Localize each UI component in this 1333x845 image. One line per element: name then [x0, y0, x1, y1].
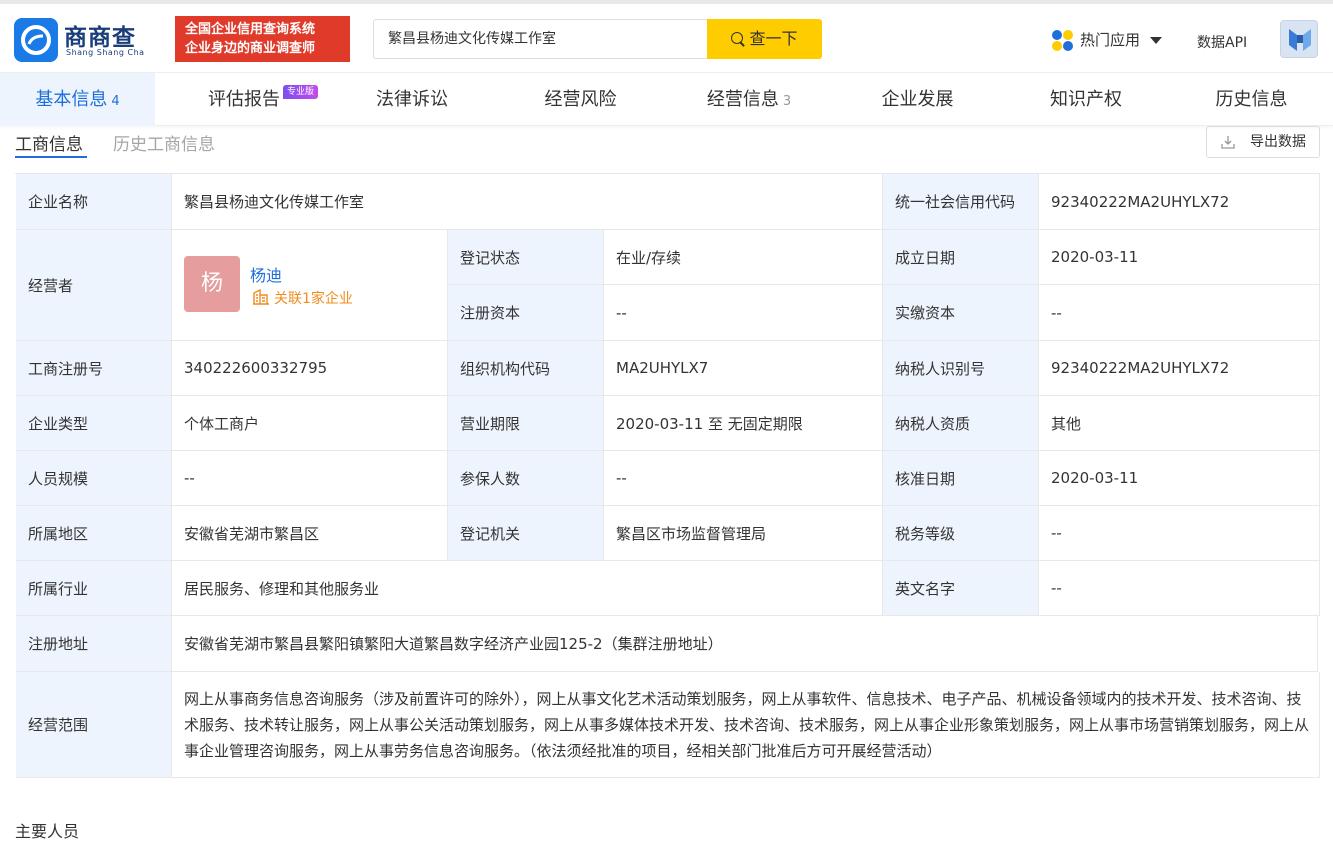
- operator-avatar: 杨: [184, 256, 240, 312]
- tab-count: 3: [782, 94, 792, 109]
- insured-value: --: [604, 451, 883, 506]
- taxpayer-id-label: 纳税人识别号: [883, 341, 1039, 396]
- reg-no-label: 工商注册号: [16, 341, 172, 396]
- type-label: 企业类型: [16, 396, 172, 451]
- insured-label: 参保人数: [448, 451, 604, 506]
- tab-label: 知识产权: [1050, 89, 1122, 110]
- tab-label: 经营信息: [706, 89, 779, 110]
- tab-label: 企业发展: [881, 89, 954, 110]
- site-logo[interactable]: 商商查 Shang Shang Cha: [14, 18, 148, 62]
- region-label: 所属地区: [16, 506, 172, 561]
- reg-capital-value: --: [604, 285, 883, 341]
- term-label: 营业期限: [448, 396, 604, 451]
- approved-label: 核准日期: [883, 451, 1039, 506]
- tab-label: 评估报告: [208, 89, 280, 110]
- business-info-table: 企业名称 繁昌县杨迪文化传媒工作室 统一社会信用代码 92340222MA2UH…: [15, 173, 1320, 778]
- tab-basic-info[interactable]: 基本信息 4: [0, 73, 155, 126]
- founded-value: 2020-03-11: [1039, 230, 1320, 285]
- english-name-label: 英文名字: [883, 561, 1039, 616]
- org-code-label: 组织机构代码: [448, 341, 604, 396]
- search-icon: [731, 32, 744, 44]
- scope-label: 经营范围: [16, 672, 172, 778]
- org-code-value: MA2UHYLX7: [604, 341, 883, 396]
- reg-no-value: 340222600332795: [172, 341, 448, 396]
- banner-line-1: 全国企业信用查询系统: [185, 22, 316, 37]
- address-value: 安徽省芜湖市繁昌县繁阳镇繁阳大道繁昌数字经济产业园125-2（集群注册地址）: [172, 616, 1318, 672]
- search-button[interactable]: 查一下: [707, 19, 822, 59]
- staff-label: 人员规模: [16, 451, 172, 506]
- search-button-label: 查一下: [749, 29, 798, 48]
- founded-label: 成立日期: [883, 230, 1039, 285]
- operator-cell: 杨 杨迪 关联1家企业: [172, 230, 448, 341]
- tab-label: 基本信息: [35, 89, 108, 110]
- address-label: 注册地址: [16, 616, 172, 672]
- credit-code-label: 统一社会信用代码: [883, 174, 1039, 230]
- reg-status-value: 在业/存续: [604, 230, 883, 285]
- tab-label: 法律诉讼: [376, 89, 448, 110]
- data-api-link[interactable]: 数据API: [1197, 32, 1247, 52]
- operator-name-link[interactable]: 杨迪: [250, 262, 282, 286]
- export-data-button[interactable]: 导出数据: [1206, 126, 1320, 158]
- tax-grade-label: 税务等级: [883, 506, 1039, 561]
- credit-code-value: 92340222MA2UHYLX72: [1039, 174, 1320, 230]
- related-companies-label: 关联1家企业: [274, 291, 353, 307]
- tab-development[interactable]: 企业发展: [833, 73, 1002, 126]
- staff-value: --: [172, 451, 448, 506]
- industry-value: 居民服务、修理和其他服务业: [172, 561, 883, 616]
- tab-intellectual-property[interactable]: 知识产权: [1002, 73, 1170, 126]
- english-name-value: --: [1039, 561, 1320, 616]
- paid-capital-value: --: [1039, 285, 1320, 341]
- paid-capital-label: 实缴资本: [883, 285, 1039, 341]
- download-icon: [1221, 136, 1235, 149]
- pro-badge: 专业版: [283, 85, 319, 99]
- subtab-underline: [15, 156, 87, 158]
- promo-banner[interactable]: 全国企业信用查询系统 企业身边的商业调查师: [175, 16, 350, 62]
- approved-value: 2020-03-11: [1039, 451, 1320, 506]
- reg-status-label: 登记状态: [448, 230, 604, 285]
- tab-count: 4: [111, 94, 120, 109]
- authority-label: 登记机关: [448, 506, 604, 561]
- tab-history-info[interactable]: 历史信息: [1170, 73, 1333, 126]
- scope-value: 网上从事商务信息咨询服务（涉及前置许可的除外），网上从事文化艺术活动策划服务，网…: [172, 672, 1320, 778]
- hot-apps-menu[interactable]: 热门应用: [1052, 28, 1163, 52]
- apps-icon: [1052, 29, 1074, 52]
- banner-line-2: 企业身边的商业调查师: [185, 41, 316, 56]
- user-avatar-icon[interactable]: [1280, 20, 1318, 58]
- search-input[interactable]: 繁昌县杨迪文化传媒工作室: [373, 19, 708, 59]
- taxpayer-qual-label: 纳税人资质: [883, 396, 1039, 451]
- tab-operating-info[interactable]: 经营信息 3: [665, 73, 833, 126]
- tax-grade-value: --: [1039, 506, 1320, 561]
- header: 商商查 Shang Shang Cha 全国企业信用查询系统 企业身边的商业调查…: [0, 4, 1333, 72]
- region-value: 安徽省芜湖市繁昌区: [172, 506, 448, 561]
- taxpayer-id-value: 92340222MA2UHYLX72: [1039, 341, 1320, 396]
- company-name-label: 企业名称: [16, 174, 172, 230]
- key-personnel-title: 主要人员: [15, 822, 80, 841]
- building-icon: [253, 289, 269, 305]
- logo-icon: [14, 18, 58, 62]
- logo-subtitle: Shang Shang Cha: [66, 48, 145, 57]
- tab-label: 经营风险: [544, 89, 617, 110]
- tab-assessment-report[interactable]: 评估报告 专业版: [160, 73, 328, 126]
- industry-label: 所属行业: [16, 561, 172, 616]
- operator-label: 经营者: [16, 230, 172, 341]
- hot-apps-label: 热门应用: [1080, 31, 1141, 49]
- authority-value: 繁昌区市场监督管理局: [604, 506, 883, 561]
- tab-label: 历史信息: [1215, 89, 1288, 110]
- tab-legal-litigation[interactable]: 法律诉讼: [328, 73, 496, 126]
- related-companies-link[interactable]: 关联1家企业: [252, 288, 353, 308]
- term-value: 2020-03-11 至 无固定期限: [604, 396, 883, 451]
- type-value: 个体工商户: [172, 396, 448, 451]
- logo-text: 商商查: [64, 25, 136, 51]
- company-name-value: 繁昌县杨迪文化传媒工作室: [172, 174, 883, 230]
- tab-operating-risk[interactable]: 经营风险: [496, 73, 665, 126]
- caret-down-icon: [1150, 37, 1163, 44]
- main-tabs: 基本信息 4 评估报告 专业版 法律诉讼 经营风险 经营信息 3 企业发展 知识产权 …: [0, 72, 1333, 126]
- subtab-business-info[interactable]: 工商信息: [15, 130, 83, 155]
- taxpayer-qual-value: 其他: [1039, 396, 1320, 451]
- subtab-history-business-info[interactable]: 历史工商信息: [113, 130, 215, 155]
- reg-capital-label: 注册资本: [448, 285, 604, 341]
- export-data-label: 导出数据: [1250, 134, 1306, 150]
